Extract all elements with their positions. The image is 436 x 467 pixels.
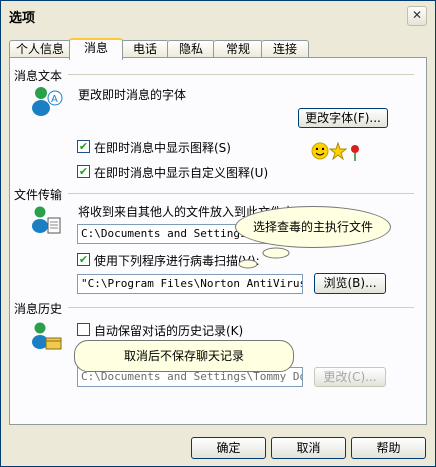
group-label-history: 消息历史 <box>14 302 63 316</box>
cancel-button[interactable]: 取消 <box>271 437 346 459</box>
options-dialog: 选项 ✕ 个人信息 消息 电话 隐私 常规 连接 消息文本 A 更改即时消息的字… <box>0 0 436 467</box>
font-user-icon: A <box>30 84 64 121</box>
auto-save-history-checkbox[interactable] <box>77 323 90 336</box>
scanner-hint-callout: 选择查毒的主执行文件 <box>235 206 391 248</box>
virus-scanner-path-field[interactable]: "C:\Program Files\Norton AntiVirus\NA <box>77 274 303 294</box>
history-hint-callout: 取消后不保存聊天记录 <box>74 340 294 372</box>
group-label-message-text: 消息文本 <box>14 69 63 83</box>
file-transfer-icon <box>30 204 64 241</box>
tab-connection[interactable]: 连接 <box>261 40 309 58</box>
group-divider <box>68 307 414 308</box>
svg-text:A: A <box>51 94 58 105</box>
help-button[interactable]: 帮助 <box>351 437 426 459</box>
close-icon[interactable]: ✕ <box>407 6 427 26</box>
virus-scan-checkbox[interactable]: ✔ <box>77 253 90 266</box>
show-custom-emoticons-label: 在即时消息中显示自定义图释(U) <box>94 166 269 180</box>
messages-panel: 消息文本 A 更改即时消息的字体 更改字体(F)... ✔ 在即时消息中显示图释… <box>9 57 427 425</box>
title-bar: 选项 ✕ <box>1 1 435 29</box>
browse-button[interactable]: 浏览(B)... <box>314 273 386 294</box>
group-divider <box>68 193 414 194</box>
tab-phone[interactable]: 电话 <box>121 40 169 58</box>
tab-general[interactable]: 常规 <box>213 40 263 58</box>
show-emoticons-label: 在即时消息中显示图释(S) <box>94 141 231 155</box>
message-history-icon <box>30 320 64 357</box>
auto-save-history-label: 自动保留对话的历史记录(K) <box>94 324 244 338</box>
callout-pointer-icon <box>234 246 294 273</box>
tab-personal[interactable]: 个人信息 <box>9 40 71 58</box>
emoticons-preview-icon <box>310 140 362 165</box>
ok-button[interactable]: 确定 <box>191 437 266 459</box>
tab-privacy[interactable]: 隐私 <box>167 40 215 58</box>
change-history-folder-button[interactable]: 更改(C)... <box>314 367 386 387</box>
show-emoticons-checkbox[interactable]: ✔ <box>77 140 90 153</box>
window-title: 选项 <box>9 11 36 26</box>
group-divider <box>68 74 414 75</box>
change-font-button[interactable]: 更改字体(F)... <box>298 108 388 128</box>
change-font-label: 更改即时消息的字体 <box>78 88 187 102</box>
tab-messages[interactable]: 消息 <box>69 38 123 60</box>
show-custom-emoticons-checkbox[interactable]: ✔ <box>77 165 90 178</box>
group-label-file-transfer: 文件传输 <box>14 188 63 202</box>
